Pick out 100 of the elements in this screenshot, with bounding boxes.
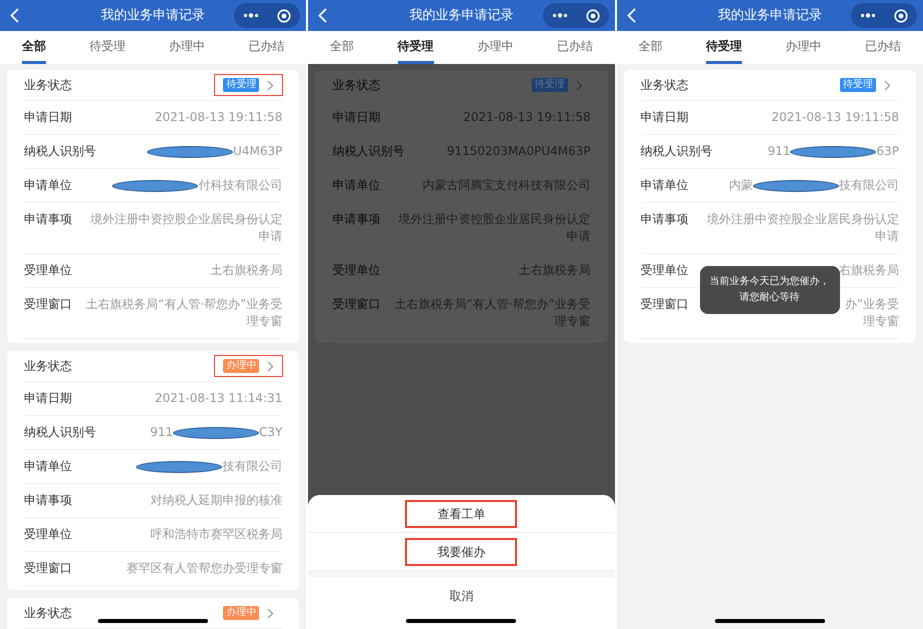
field-label: 申请事项: [24, 211, 72, 228]
field-label: 受理窗口: [332, 296, 380, 313]
field-value: 2021-08-13 19:11:58: [154, 109, 282, 126]
status-badge: 办理中: [223, 606, 260, 620]
field-value: 对纳税人延期申报的核准: [150, 492, 282, 509]
page-title: 我的业务申请记录: [409, 6, 514, 25]
tab[interactable]: 办理中: [786, 31, 822, 64]
field-value: 911: [150, 424, 173, 441]
tab[interactable]: 办理中: [477, 31, 514, 64]
field-label: 受理窗口: [24, 296, 72, 313]
status-link[interactable]: 待受理: [215, 75, 282, 95]
field-label: 受理单位: [640, 262, 689, 279]
more-icon[interactable]: [860, 13, 876, 18]
field-label: 申请事项: [640, 211, 689, 228]
chevron-right-icon: [267, 608, 274, 618]
capsule-menu[interactable]: [542, 3, 609, 28]
status-badge: 待受理: [223, 78, 260, 92]
field-label: 申请日期: [640, 109, 689, 126]
field-value: 境外注册中资控股企业居民身份认定申请: [706, 211, 899, 245]
record-card[interactable]: 业务状态 办理中: [7, 598, 300, 629]
target-icon[interactable]: [894, 8, 908, 22]
field-value: 办”业务受: [844, 296, 899, 313]
target-icon[interactable]: [277, 8, 292, 22]
field-label: 申请单位: [332, 177, 380, 194]
field-label: 申请单位: [640, 177, 689, 194]
field-value: U4M63P: [233, 143, 282, 160]
tab[interactable]: 待受理: [89, 31, 126, 64]
cancel-button[interactable]: 取消: [449, 587, 474, 605]
field-label: 受理单位: [332, 262, 380, 279]
field-label: 受理窗口: [640, 296, 689, 313]
capsule-menu[interactable]: [234, 3, 300, 28]
back-icon[interactable]: [10, 8, 19, 23]
more-icon[interactable]: [552, 13, 568, 18]
chevron-right-icon: [267, 360, 274, 372]
back-icon[interactable]: [626, 8, 636, 23]
field-value: 赛罕区有人管帮您办受理专窗: [126, 560, 282, 577]
field-label: 业务状态: [332, 76, 380, 94]
field-value: 91150203MA0PU4M63P: [446, 143, 591, 160]
tab[interactable]: 全部: [330, 31, 354, 64]
field-label: 业务状态: [24, 76, 72, 94]
field-label: 纳税人识别号: [24, 424, 96, 441]
more-icon[interactable]: [243, 13, 260, 18]
field-value: 土右旗税务局: [518, 262, 591, 279]
field-value: 呼和浩特市赛罕区税务局: [150, 526, 282, 543]
field-value: 2021-08-13 11:14:31: [154, 390, 282, 407]
field-label: 业务状态: [640, 76, 689, 94]
sheet-action[interactable]: 我要催办: [405, 538, 518, 566]
field-label: 申请单位: [24, 177, 72, 194]
page-title: 我的业务申请记录: [718, 6, 822, 25]
record-card[interactable]: 业务状态 待受理 申请日期 2021-08-13 19:11:58 纳税人识别号 U4M63P 申请单位 付科技有限公司 申请事项 境外注册中资控股企业居民身份认定申请 受理单位 土右旗税务局 受理窗口 土右旗税务局“有人管·帮您办”业务受理专窗: [7, 70, 300, 343]
field-value: 63P: [876, 143, 899, 160]
back-icon[interactable]: [318, 8, 328, 23]
field-value: 付科技有限公司: [198, 177, 282, 194]
toast-message: 当前业务今天已为您催办，请您耐心等待: [700, 266, 840, 314]
field-label: 申请日期: [24, 390, 72, 407]
field-value: 境外注册中资控股企业居民身份认定申请: [89, 211, 282, 245]
field-value: 2021-08-13 19:11:58: [772, 109, 899, 126]
record-card[interactable]: 业务状态 办理中 申请日期 2021-08-13 11:14:31 纳税人识别号 911 C3Y 申请单位 技有限公司 申请事项 对纳税人延期申报的核准 受理单位 呼和浩特市赛罕区税务局 受理窗口 赛罕区有人管帮您办受理专窗: [7, 351, 300, 590]
tab[interactable]: 全部: [638, 31, 662, 64]
status-badge: 办理中: [223, 359, 260, 373]
field-label: 纳税人识别号: [24, 143, 96, 160]
field-label: 申请事项: [332, 211, 380, 228]
field-label: 业务状态: [24, 604, 72, 622]
field-value: 内蒙: [728, 177, 753, 194]
field-label: 受理窗口: [24, 560, 72, 577]
tab[interactable]: 待受理: [706, 31, 742, 64]
sheet-action[interactable]: 查看工单: [405, 500, 518, 528]
status-badge: 待受理: [840, 78, 876, 92]
field-label: 申请日期: [332, 109, 380, 126]
tab[interactable]: 已办结: [865, 31, 902, 64]
field-value: 土右旗税务局“有人管·帮您办”业务受理专窗: [393, 296, 591, 330]
tab[interactable]: 已办结: [248, 31, 285, 64]
field-value: 土右旗税务局“有人管·帮您办”业务受理专窗: [85, 296, 282, 330]
tab[interactable]: 全部: [22, 31, 46, 64]
tab[interactable]: 已办结: [556, 31, 593, 64]
field-value: 理专窗: [862, 313, 899, 330]
status-badge: 待受理: [532, 78, 568, 92]
field-value: 911: [768, 143, 790, 160]
tab[interactable]: 办理中: [168, 31, 205, 64]
target-icon[interactable]: [586, 8, 600, 22]
capsule-menu[interactable]: [850, 3, 917, 28]
chevron-right-icon: [884, 80, 891, 90]
field-value: 境外注册中资控股企业居民身份认定申请: [398, 211, 591, 245]
chevron-right-icon: [576, 80, 583, 90]
field-label: 申请日期: [24, 109, 72, 126]
chevron-right-icon: [267, 80, 274, 90]
field-label: 受理单位: [24, 262, 72, 279]
page-title: 我的业务申请记录: [101, 6, 206, 25]
field-value: 2021-08-13 19:11:58: [463, 109, 591, 126]
field-value: 技有限公司: [222, 458, 282, 475]
field-value: 土右旗税务局: [210, 262, 282, 279]
field-label: 申请单位: [24, 458, 72, 475]
field-label: 申请事项: [24, 492, 72, 509]
status-link[interactable]: 待受理: [832, 75, 899, 95]
field-label: 受理单位: [24, 526, 72, 543]
field-label: 纳税人识别号: [332, 143, 404, 160]
field-label: 纳税人识别号: [640, 143, 713, 160]
field-value: 内蒙古阿腾宝支付科技有限公司: [422, 177, 591, 194]
field-value: 右旗税务局: [838, 262, 899, 279]
field-value: 技有限公司: [838, 177, 899, 194]
